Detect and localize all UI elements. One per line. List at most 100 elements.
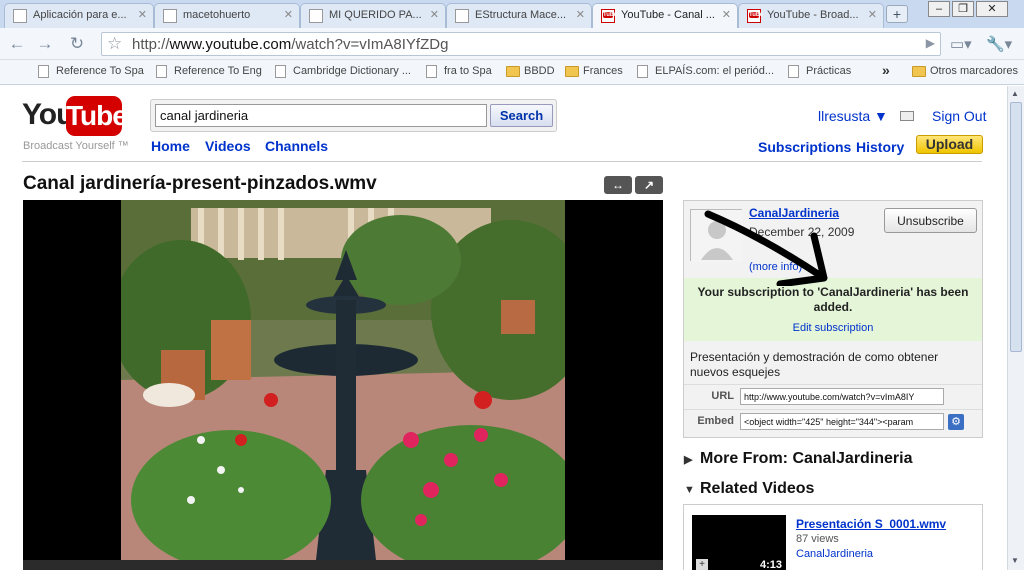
sign-out-link[interactable]: Sign Out [932,108,986,124]
related-video-item: + 4:13 Presentación S_0001.wmv 87 views … [683,504,983,570]
page-icon [38,65,49,78]
bookmarks-overflow-button[interactable]: » [882,62,890,78]
bookmark-folder[interactable]: Frances [565,65,623,77]
youtube-icon: Tube [747,9,763,23]
bookmark-item[interactable]: Cambridge Dictionary ... [275,65,411,78]
url-label: URL [711,390,734,402]
more-from-section[interactable]: ▶ More From: CanalJardineria [684,450,913,468]
subscriptions-link[interactable]: Subscriptions [758,139,851,155]
bookmark-item[interactable]: Reference To Eng [156,65,262,78]
video-title: Canal jardinería-present-pinzados.wmv [23,173,377,194]
scroll-up-icon[interactable]: ▲ [1011,89,1019,98]
video-thumbnail[interactable]: + 4:13 [692,515,786,570]
subscription-confirmation: Your subscription to 'CanalJardineria' h… [684,278,982,341]
new-tab-button[interactable]: + [886,5,908,23]
edit-subscription-link[interactable]: Edit subscription [684,322,982,334]
nav-channels[interactable]: Channels [265,138,328,154]
bookmark-item[interactable]: fra to Spa [426,65,492,78]
embed-label: Embed [697,415,734,427]
page-icon [637,65,648,78]
bookmark-item[interactable]: Reference To Spa [38,65,144,78]
browser-tab-1[interactable]: Aplicación para e... ✕ [4,3,154,28]
star-icon[interactable]: ☆ [107,34,122,54]
close-icon[interactable]: ✕ [138,8,147,21]
user-menu[interactable]: llresusta ▼ [818,108,888,124]
unsubscribe-button[interactable]: Unsubscribe [884,208,977,233]
close-icon[interactable]: ✕ [430,8,439,21]
page-icon [788,65,799,78]
document-icon [13,9,27,23]
related-video-views: 87 views [796,533,839,545]
browser-tab-6[interactable]: Tube YouTube - Broad... ✕ [738,3,884,28]
page-icon [426,65,437,78]
reload-button[interactable]: ↻ [66,34,88,54]
other-bookmarks-folder[interactable]: Otros marcadores [912,65,1018,77]
upload-button[interactable]: Upload [916,135,983,154]
add-to-quicklist-icon[interactable]: + [696,559,708,570]
browser-toolbar: ← → ↻ ☆ http://www.youtube.com/watch?v=v… [0,28,1024,60]
close-window-button[interactable]: ✕ [976,1,1008,17]
related-videos-section[interactable]: ▼ Related Videos [684,480,814,498]
nav-videos[interactable]: Videos [205,138,251,154]
folder-icon [565,66,579,77]
video-frame [121,200,565,560]
close-icon[interactable]: ✕ [722,8,731,21]
browser-tab-strip: Aplicación para e... ✕ macetohuerto ✕ MI… [0,0,1024,28]
close-icon[interactable]: ✕ [868,8,877,21]
browser-tab-3[interactable]: MI QUERIDO PA... ✕ [300,3,446,28]
player-controls[interactable] [23,560,663,570]
browser-tab-2[interactable]: macetohuerto ✕ [154,3,300,28]
tab-title: YouTube - Canal ... [621,9,715,21]
close-icon[interactable]: ✕ [576,8,585,21]
inbox-icon[interactable] [900,111,914,121]
address-bar[interactable]: ☆ http://www.youtube.com/watch?v=vImA8IY… [101,32,941,56]
url-row: URL [684,384,982,406]
url-field[interactable] [740,388,944,405]
close-icon[interactable]: ✕ [284,8,293,21]
page-menu-icon[interactable]: ▭▾ [950,35,972,53]
tab-title: EStructura Mace... [475,9,567,21]
subscription-message: Your subscription to 'CanalJardineria' h… [697,285,969,314]
bookmark-item[interactable]: ELPAÍS.com: el periód... [637,65,774,78]
search-button[interactable]: Search [490,104,553,127]
youtube-icon: Tube [601,9,617,23]
back-button[interactable]: ← [6,34,28,54]
tab-title: Aplicación para e... [33,9,127,21]
chevron-right-icon: ▶ [684,454,693,466]
tab-title: macetohuerto [183,9,251,21]
related-video-channel[interactable]: CanalJardineria [796,548,873,560]
gear-icon[interactable]: ⚙ [948,414,964,430]
bookmark-item[interactable]: Prácticas [788,65,851,78]
video-description: Presentación y demostración de como obte… [690,350,939,379]
bookmark-folder[interactable]: BBDD [506,65,555,77]
browser-tab-4[interactable]: EStructura Mace... ✕ [446,3,592,28]
page-icon [156,65,167,78]
folder-icon [506,66,520,77]
maximize-button[interactable]: ❐ [952,1,974,17]
embed-field[interactable] [740,413,944,430]
nav-home[interactable]: Home [151,138,190,154]
wrench-icon[interactable]: 🔧▾ [986,35,1012,53]
page-icon [275,65,286,78]
history-link[interactable]: History [856,139,904,155]
scrollbar-thumb[interactable] [1010,102,1022,352]
page-scrollbar[interactable]: ▲ ▼ [1007,86,1024,570]
document-icon [455,9,469,23]
related-video-title[interactable]: Presentación S_0001.wmv [796,517,946,531]
search-input[interactable] [155,104,487,127]
forward-button[interactable]: → [34,34,56,54]
header-divider [22,161,982,162]
minimize-button[interactable]: – [928,1,950,17]
folder-icon [912,66,926,77]
embed-row: Embed ⚙ [684,409,982,431]
popout-icon[interactable]: ↗ [635,176,663,194]
tab-title: YouTube - Broad... [767,9,859,21]
chevron-down-icon: ▼ [684,484,695,496]
video-player[interactable] [23,200,663,560]
tagline: Broadcast Yourself ™ [23,140,129,152]
document-icon [309,9,323,23]
go-arrow-icon[interactable]: ▶ [926,36,935,50]
expand-width-icon[interactable]: ↔ [604,176,632,194]
scroll-down-icon[interactable]: ▼ [1011,556,1019,565]
browser-tab-5-active[interactable]: Tube YouTube - Canal ... ✕ [592,3,738,28]
